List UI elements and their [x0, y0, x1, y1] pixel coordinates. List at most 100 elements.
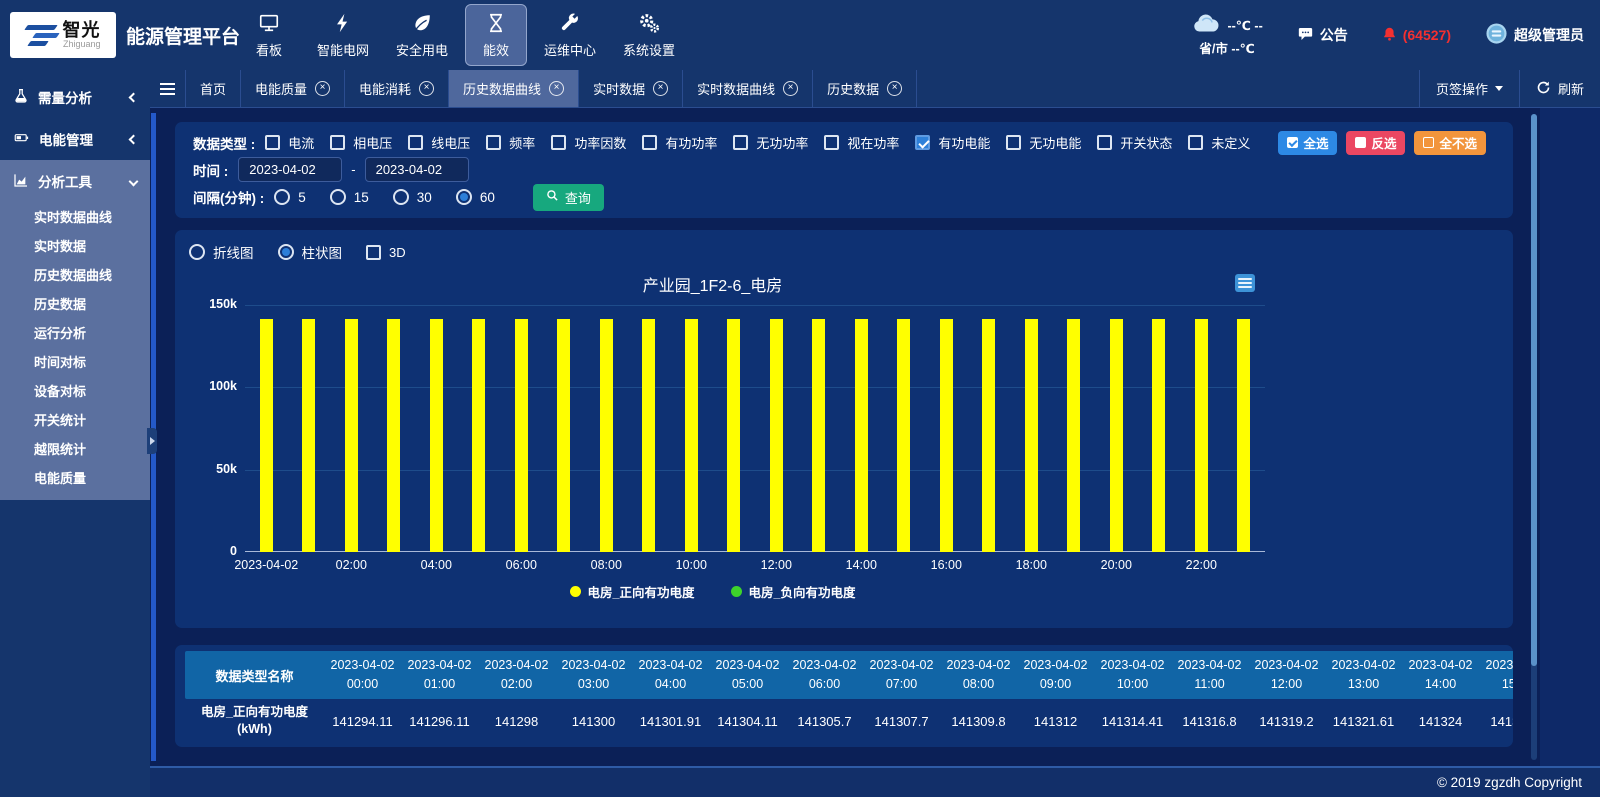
tab-history-data-curve[interactable]: 历史数据曲线× — [449, 70, 579, 107]
sidebar-item-operation-analysis[interactable]: 运行分析 — [0, 318, 150, 347]
checkbox-icon — [551, 135, 566, 150]
tab-close-icon[interactable]: × — [419, 81, 434, 96]
legend-item-reverse-energy[interactable]: 电房_负向有功电度 — [731, 582, 856, 601]
select-all-button[interactable]: 全选 — [1278, 131, 1337, 155]
tab-home[interactable]: 首页 — [186, 70, 241, 107]
logo-subtext: Zhiguang — [63, 40, 101, 49]
table-cell: 141319.2 — [1248, 714, 1325, 729]
query-button[interactable]: 查询 — [533, 184, 604, 211]
sidebar-item-device-benchmark[interactable]: 设备对标 — [0, 376, 150, 405]
sidebar-item-history-data[interactable]: 历史数据 — [0, 289, 150, 318]
checkbox-line-voltage[interactable]: 线电压 — [408, 133, 470, 152]
checkbox-reactive-energy[interactable]: 无功电能 — [1006, 133, 1081, 152]
checkbox-switch-status[interactable]: 开关状态 — [1097, 133, 1172, 152]
interval-radio-30[interactable]: 30 — [393, 189, 432, 205]
checkbox-active-energy[interactable]: 有功电能 — [915, 133, 990, 152]
line-chart-radio[interactable]: 折线图 — [189, 242, 254, 262]
refresh-button[interactable]: 刷新 — [1519, 70, 1600, 107]
table-cell: 141316.8 — [1171, 714, 1248, 729]
chart-plot-area: 2023-04-0202:0004:0006:0008:0010:0012:00… — [245, 305, 1265, 552]
sidebar-item-time-benchmark[interactable]: 时间对标 — [0, 347, 150, 376]
checkbox-reactive-power[interactable]: 无功功率 — [733, 133, 808, 152]
footer: © 2019 zgzdh Copyright — [150, 766, 1600, 797]
scrollbar-track[interactable] — [1531, 114, 1537, 760]
tab-menu-button[interactable] — [150, 70, 186, 107]
alarm-button[interactable]: (64527) — [1382, 26, 1451, 45]
sidebar-item-energy-management[interactable]: 电能管理 — [0, 118, 150, 160]
app-title: 能源管理平台 — [126, 0, 240, 70]
sidebar-item-realtime-data-curve[interactable]: 实时数据曲线 — [0, 202, 150, 231]
tab-label: 电能质量 — [255, 79, 307, 98]
date-from-input[interactable] — [238, 157, 342, 182]
bar-slot — [883, 319, 926, 552]
tab-close-icon[interactable]: × — [653, 81, 668, 96]
checkbox-frequency[interactable]: 频率 — [486, 133, 535, 152]
tab-operations-dropdown[interactable]: 页签操作 — [1419, 70, 1519, 107]
sidebar-item-limit-exceed-stats[interactable]: 越限统计 — [0, 434, 150, 463]
interval-radio-60[interactable]: 60 — [456, 189, 495, 205]
table-cell: 141324 — [1402, 714, 1479, 729]
tab-close-icon[interactable]: × — [887, 81, 902, 96]
interval-radio-5[interactable]: 5 — [274, 189, 306, 205]
tab-energy-consumption[interactable]: 电能消耗× — [345, 70, 449, 107]
bell-icon — [1382, 26, 1397, 45]
interval-radio-15[interactable]: 15 — [330, 189, 369, 205]
date-to-input[interactable] — [365, 157, 469, 182]
tab-realtime-data[interactable]: 实时数据× — [579, 70, 683, 107]
tab-history-data[interactable]: 历史数据 × — [813, 70, 917, 107]
invert-selection-button[interactable]: 反选 — [1346, 131, 1405, 155]
table-header-cell: 2023-04-0210:00 — [1094, 656, 1171, 695]
sidebar-item-demand-analysis[interactable]: 需量分析 — [0, 76, 150, 118]
checkbox-undefined[interactable]: 未定义 — [1188, 133, 1250, 152]
announcement-button[interactable]: 公告 — [1297, 25, 1348, 45]
bar — [770, 319, 783, 552]
y-axis-tick-label: 50k — [175, 462, 237, 476]
sidebar-collapse-handle[interactable] — [147, 428, 157, 454]
checkbox-current[interactable]: 电流 — [265, 133, 314, 152]
cloud-icon — [1191, 12, 1221, 39]
nav-item-safe-power[interactable]: 安全用电 — [386, 4, 458, 66]
monitor-icon — [258, 12, 280, 34]
nav-item-energy-efficiency[interactable]: 能效 — [465, 4, 527, 66]
nav-item-ops-center[interactable]: 运维中心 — [534, 4, 606, 66]
bar-series — [245, 305, 1265, 552]
radio-selected-icon — [278, 244, 294, 260]
legend-item-forward-energy[interactable]: 电房_正向有功电度 — [570, 582, 695, 601]
user-menu[interactable]: 超级管理员 — [1485, 22, 1584, 48]
bar — [1152, 319, 1165, 552]
chart: 产业园_1F2-6_电房 050k100k150k 2023-04-0202:0… — [175, 230, 1250, 628]
scrollbar-thumb[interactable] — [1531, 114, 1537, 666]
checkbox-label: 线电压 — [431, 133, 470, 152]
bar-slot — [585, 319, 628, 552]
table-header-cell: 2023-04-0208:00 — [940, 656, 1017, 695]
bar-chart-radio[interactable]: 柱状图 — [278, 242, 343, 262]
checkbox-apparent-power[interactable]: 视在功率 — [824, 133, 899, 152]
tab-power-quality[interactable]: 电能质量 × — [241, 70, 345, 107]
tab-close-icon[interactable]: × — [783, 81, 798, 96]
checkbox-phase-voltage[interactable]: 相电压 — [330, 133, 392, 152]
checkbox-icon — [1188, 135, 1203, 150]
x-axis-tick-label: 14:00 — [846, 558, 877, 572]
threed-checkbox[interactable]: 3D — [366, 245, 406, 260]
sidebar-item-realtime-data[interactable]: 实时数据 — [0, 231, 150, 260]
nav-item-dashboard[interactable]: 看板 — [238, 4, 300, 66]
filled-box-icon — [1355, 137, 1366, 148]
bar — [515, 319, 528, 552]
tab-close-icon[interactable]: × — [549, 81, 564, 96]
chart-toolbox-icon[interactable] — [1235, 274, 1255, 292]
nav-item-smart-grid[interactable]: 智能电网 — [307, 4, 379, 66]
nav-item-system-settings[interactable]: 系统设置 — [613, 4, 685, 66]
select-none-button[interactable]: 全不选 — [1414, 131, 1486, 155]
battery-icon — [13, 130, 30, 148]
query-label: 查询 — [565, 188, 591, 207]
tab-close-icon[interactable]: × — [315, 81, 330, 96]
sidebar-item-analysis-tools[interactable]: 分析工具 — [0, 160, 150, 202]
table-header-cell: 2023-04-0214:00 — [1402, 656, 1479, 695]
sidebar-item-power-quality[interactable]: 电能质量 — [0, 463, 150, 492]
sidebar-item-switch-stats[interactable]: 开关统计 — [0, 405, 150, 434]
checkbox-power-factor[interactable]: 功率因数 — [551, 133, 626, 152]
sidebar-item-history-data-curve[interactable]: 历史数据曲线 — [0, 260, 150, 289]
checkbox-active-power[interactable]: 有功功率 — [642, 133, 717, 152]
tab-label: 历史数据 — [827, 79, 879, 98]
tab-realtime-data-curve[interactable]: 实时数据曲线× — [683, 70, 813, 107]
